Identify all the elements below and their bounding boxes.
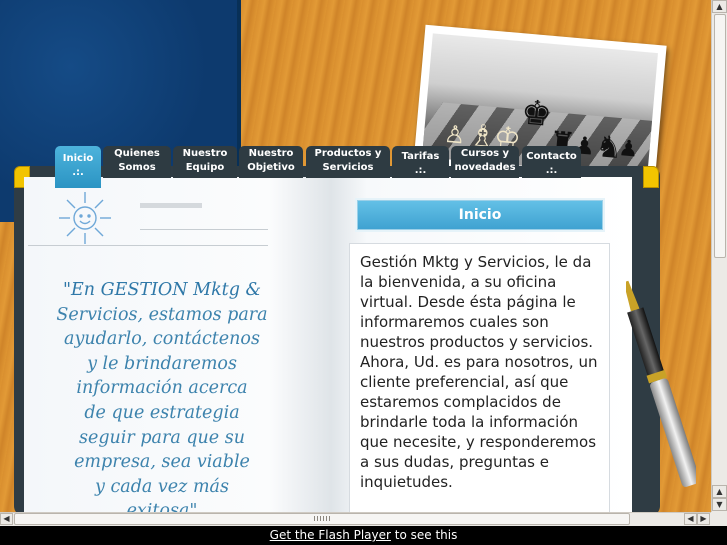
flash-footer: Get the Flash Player to see this xyxy=(0,526,727,545)
sun-icon xyxy=(59,192,111,244)
tab-sublabel: .:. xyxy=(72,167,84,178)
quote-line: de que estrategia xyxy=(84,402,240,423)
scroll-left-button[interactable]: ◀ xyxy=(0,513,13,525)
quote-line: y cada vez más xyxy=(95,476,229,497)
chess-pawn-2-icon: ♟ xyxy=(617,136,640,163)
quote-line: exitosa" xyxy=(126,501,198,512)
scrollbar-corner xyxy=(711,512,727,526)
arrow-up-icon: ▲ xyxy=(716,2,723,11)
footer-suffix: to see this xyxy=(390,528,458,542)
arrow-down-icon: ▼ xyxy=(716,500,723,509)
tab-cursos-novedades[interactable]: Cursos y novedades xyxy=(451,146,519,178)
welcome-quote: "En GESTION Mktg & Servicios, estamos pa… xyxy=(48,278,276,512)
tab-sublabel: Objetivo xyxy=(247,162,295,173)
divider-line xyxy=(140,229,268,230)
tab-inicio[interactable]: Inicio .:. xyxy=(55,146,101,188)
tab-label: Cursos y xyxy=(460,148,510,159)
scroll-up-button[interactable]: ▲ xyxy=(712,0,727,13)
scroll-left-button-right[interactable]: ◀ xyxy=(684,513,697,525)
tab-label: Tarifas xyxy=(401,151,440,162)
content-box: Gestión Mktg y Servicios, le da la bienv… xyxy=(349,243,610,512)
quote-line: información acerca xyxy=(76,378,248,399)
tab-productos-servicios[interactable]: Productos y Servicios xyxy=(306,146,390,178)
tab-sublabel: .:. xyxy=(414,165,427,176)
tab-sublabel: Servicios xyxy=(322,162,374,173)
scroll-grip-icon xyxy=(314,516,330,521)
fountain-pen-icon xyxy=(626,280,696,487)
content-text: Gestión Mktg y Servicios, le da la bienv… xyxy=(360,253,598,491)
book-corner-tr xyxy=(643,166,659,188)
tab-contacto[interactable]: Contacto .:. xyxy=(522,146,581,178)
scroll-down-button[interactable]: ▼ xyxy=(712,498,727,511)
section-header: Inicio xyxy=(357,200,603,230)
quote-line: y le brindaremos xyxy=(87,353,237,374)
get-flash-link[interactable]: Get the Flash Player xyxy=(270,528,391,542)
arrow-left-icon: ◀ xyxy=(687,514,694,523)
tab-sublabel: .:. xyxy=(545,165,558,176)
quote-line: "En GESTION Mktg & xyxy=(62,280,262,300)
quote-line: empresa, sea viable xyxy=(74,452,250,473)
tab-nuestro-equipo[interactable]: Nuestro Equipo xyxy=(173,146,237,178)
stamp-mark xyxy=(140,203,202,208)
tab-sublabel: novedades xyxy=(454,162,516,173)
tab-label: Productos y xyxy=(314,148,382,159)
quote-line: seguir para que su xyxy=(79,427,245,448)
tab-quienes-somos[interactable]: Quienes Somos xyxy=(103,146,171,178)
arrow-right-icon: ▶ xyxy=(700,514,707,523)
flash-stage: ♚ ♔ ♗ ♙ ♜ ♟ ♞ ♟ Inicio .:. Quienes Somos… xyxy=(0,0,727,512)
quote-line: ayudarlo, contáctenos xyxy=(64,329,260,350)
scroll-up-button-bottom[interactable]: ▲ xyxy=(712,485,727,498)
tab-label: Contacto xyxy=(526,151,577,162)
tab-label: Nuestro xyxy=(248,148,294,159)
vertical-scroll-thumb[interactable] xyxy=(714,14,726,258)
tab-nuestro-objetivo[interactable]: Nuestro Objetivo xyxy=(239,146,303,178)
tab-sublabel: Somos xyxy=(118,162,156,173)
chess-king-icon: ♚ xyxy=(519,92,554,135)
tab-sublabel: Equipo xyxy=(185,162,225,173)
arrow-left-icon: ◀ xyxy=(3,514,10,523)
tab-tarifas[interactable]: Tarifas .:. xyxy=(392,146,449,178)
divider-line-2 xyxy=(28,245,268,246)
quote-line: Servicios, estamos para xyxy=(56,304,268,325)
arrow-up-icon: ▲ xyxy=(716,487,723,496)
tab-label: Inicio xyxy=(62,153,94,164)
scroll-right-button[interactable]: ▶ xyxy=(697,513,710,525)
tab-label: Quienes xyxy=(114,148,160,159)
tab-label: Nuestro xyxy=(182,148,228,159)
